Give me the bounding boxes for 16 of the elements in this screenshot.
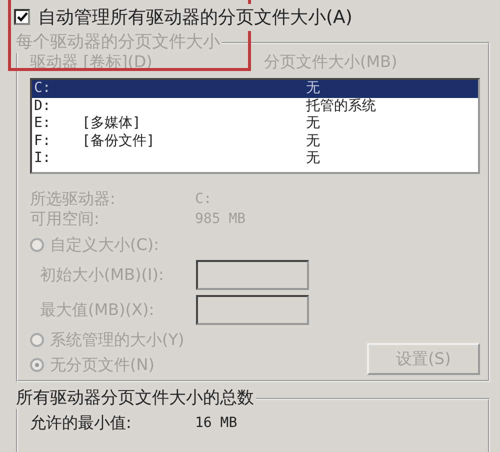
info-label: 允许的最小值: <box>30 414 132 432</box>
checkbox[interactable] <box>14 9 30 25</box>
group-title: 每个驱动器的分页文件大小 <box>14 31 222 53</box>
info-value: 985 MB <box>195 210 246 228</box>
group-title: 所有驱动器分页文件大小的总数 <box>14 387 256 409</box>
info-value: 16 MB <box>195 414 238 432</box>
radio-label: 系统管理的大小(Y) <box>50 328 184 350</box>
info-label: 可用空间: <box>30 210 100 228</box>
field-label: 初始大小(MB)(I): <box>40 264 165 286</box>
checkbox-label[interactable]: 自动管理所有驱动器的分页文件大小(A) <box>38 4 352 30</box>
field-label: 最大值(MB)(X): <box>40 298 156 320</box>
column-header: 分页文件大小(MB) <box>264 51 398 73</box>
radio-label: 无分页文件(N) <box>50 354 154 376</box>
radio-label: 自定义大小(C): <box>50 234 160 256</box>
info-label: 所选驱动器: <box>30 190 116 208</box>
info-value: C: <box>195 190 212 208</box>
